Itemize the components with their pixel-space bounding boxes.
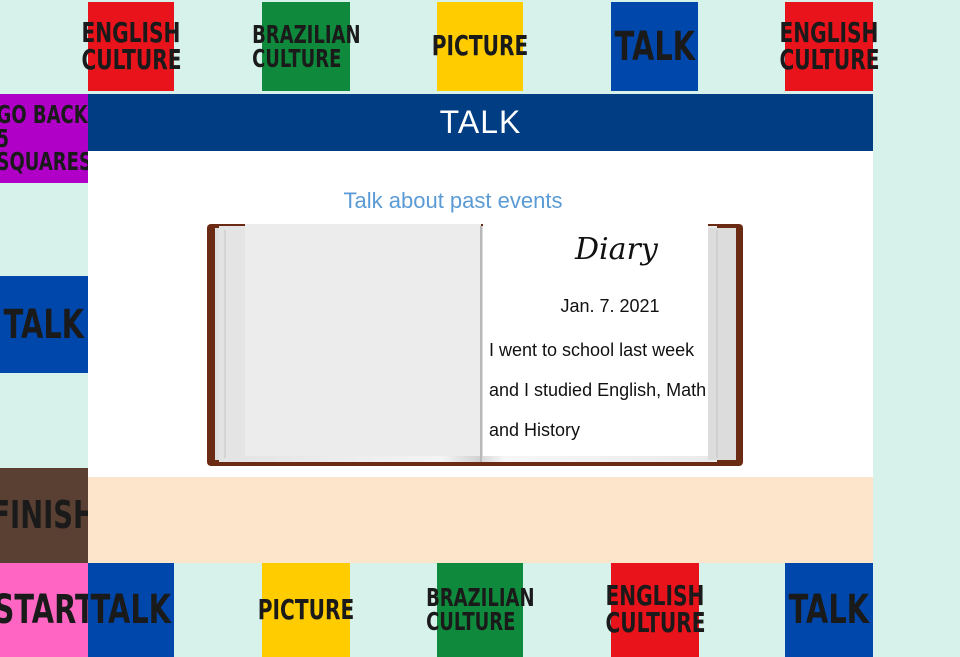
diary-line: I went to school last week <box>489 340 695 360</box>
diary-line: and I studied English, Math <box>489 380 707 400</box>
square-bottom-4[interactable]: ENGLISH CULTURE <box>605 563 705 657</box>
square-start[interactable]: START <box>0 563 94 657</box>
square-bottom-1[interactable]: TALK <box>88 563 174 657</box>
square-top-5[interactable]: ENGLISH CULTURE <box>779 2 879 91</box>
square-bottom-5[interactable]: TALK <box>785 563 873 657</box>
square-left-talk[interactable]: TALK <box>0 276 88 373</box>
diary-date: Jan. 7. 2021 <box>560 296 660 316</box>
card-title: TALK <box>88 94 873 151</box>
diary-line: and History <box>489 420 581 440</box>
square-top-1[interactable]: ENGLISH CULTURE <box>81 2 181 91</box>
card-footer-strip <box>88 477 873 563</box>
square-top-3[interactable]: PICTURE <box>432 2 528 91</box>
square-top-4[interactable]: TALK <box>611 2 698 91</box>
diary-heading: Diary <box>575 232 658 267</box>
square-bottom-3[interactable]: BRAZILIAN CULTURE <box>426 563 534 657</box>
square-finish[interactable]: FINISH <box>0 468 96 563</box>
square-go-back[interactable]: GO BACK 5 SQUARES <box>0 94 92 183</box>
square-top-2[interactable]: BRAZILIAN CULTURE <box>252 2 360 91</box>
square-bottom-2[interactable]: PICTURE <box>258 563 354 657</box>
card-subtitle: Talk about past events <box>343 188 563 213</box>
